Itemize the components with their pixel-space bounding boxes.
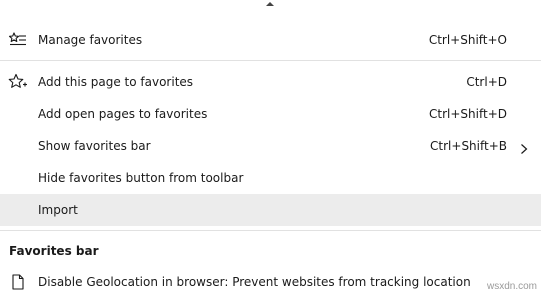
menu-item-label: Add open pages to favorites: [38, 107, 208, 121]
menu-item-label: Manage favorites: [38, 33, 143, 47]
favorites-bar-heading: Favorites bar: [9, 244, 99, 258]
keyboard-shortcut: Ctrl+D: [466, 75, 507, 89]
menu-item-label: Show favorites bar: [38, 139, 151, 153]
menu-item-show-favorites-bar[interactable]: Show favorites bar Ctrl+Shift+B: [0, 130, 541, 162]
menu-divider: [0, 230, 541, 231]
menu-item-add-open-pages[interactable]: Add open pages to favorites Ctrl+Shift+D: [0, 98, 541, 130]
menu-item-add-this-page[interactable]: Add this page to favorites Ctrl+D: [0, 66, 541, 98]
keyboard-shortcut: Ctrl+Shift+B: [430, 139, 507, 153]
star-add-icon: [8, 73, 28, 91]
manage-favorites-icon: [8, 31, 28, 49]
favorite-item-label: Disable Geolocation in browser: Prevent …: [38, 275, 471, 289]
chevron-right-icon: [518, 140, 530, 154]
menu-item-label: Import: [38, 203, 78, 217]
menu-item-label: Add this page to favorites: [38, 75, 194, 89]
page-icon: [8, 273, 28, 291]
watermark: wsxdn.com: [486, 281, 537, 292]
favorite-item[interactable]: Disable Geolocation in browser: Prevent …: [0, 266, 541, 298]
menu-item-manage-favorites[interactable]: Manage favorites Ctrl+Shift+O: [0, 24, 541, 56]
menu-item-import[interactable]: Import: [0, 194, 541, 226]
menu-divider: [0, 60, 541, 61]
menu-item-hide-favorites-button[interactable]: Hide favorites button from toolbar: [0, 162, 541, 194]
keyboard-shortcut: Ctrl+Shift+O: [428, 33, 507, 47]
keyboard-shortcut: Ctrl+Shift+D: [429, 107, 507, 121]
favorites-menu: Manage favorites Ctrl+Shift+O Add this p…: [0, 0, 541, 296]
menu-pointer-caret: [266, 2, 274, 6]
menu-item-label: Hide favorites button from toolbar: [38, 171, 244, 185]
